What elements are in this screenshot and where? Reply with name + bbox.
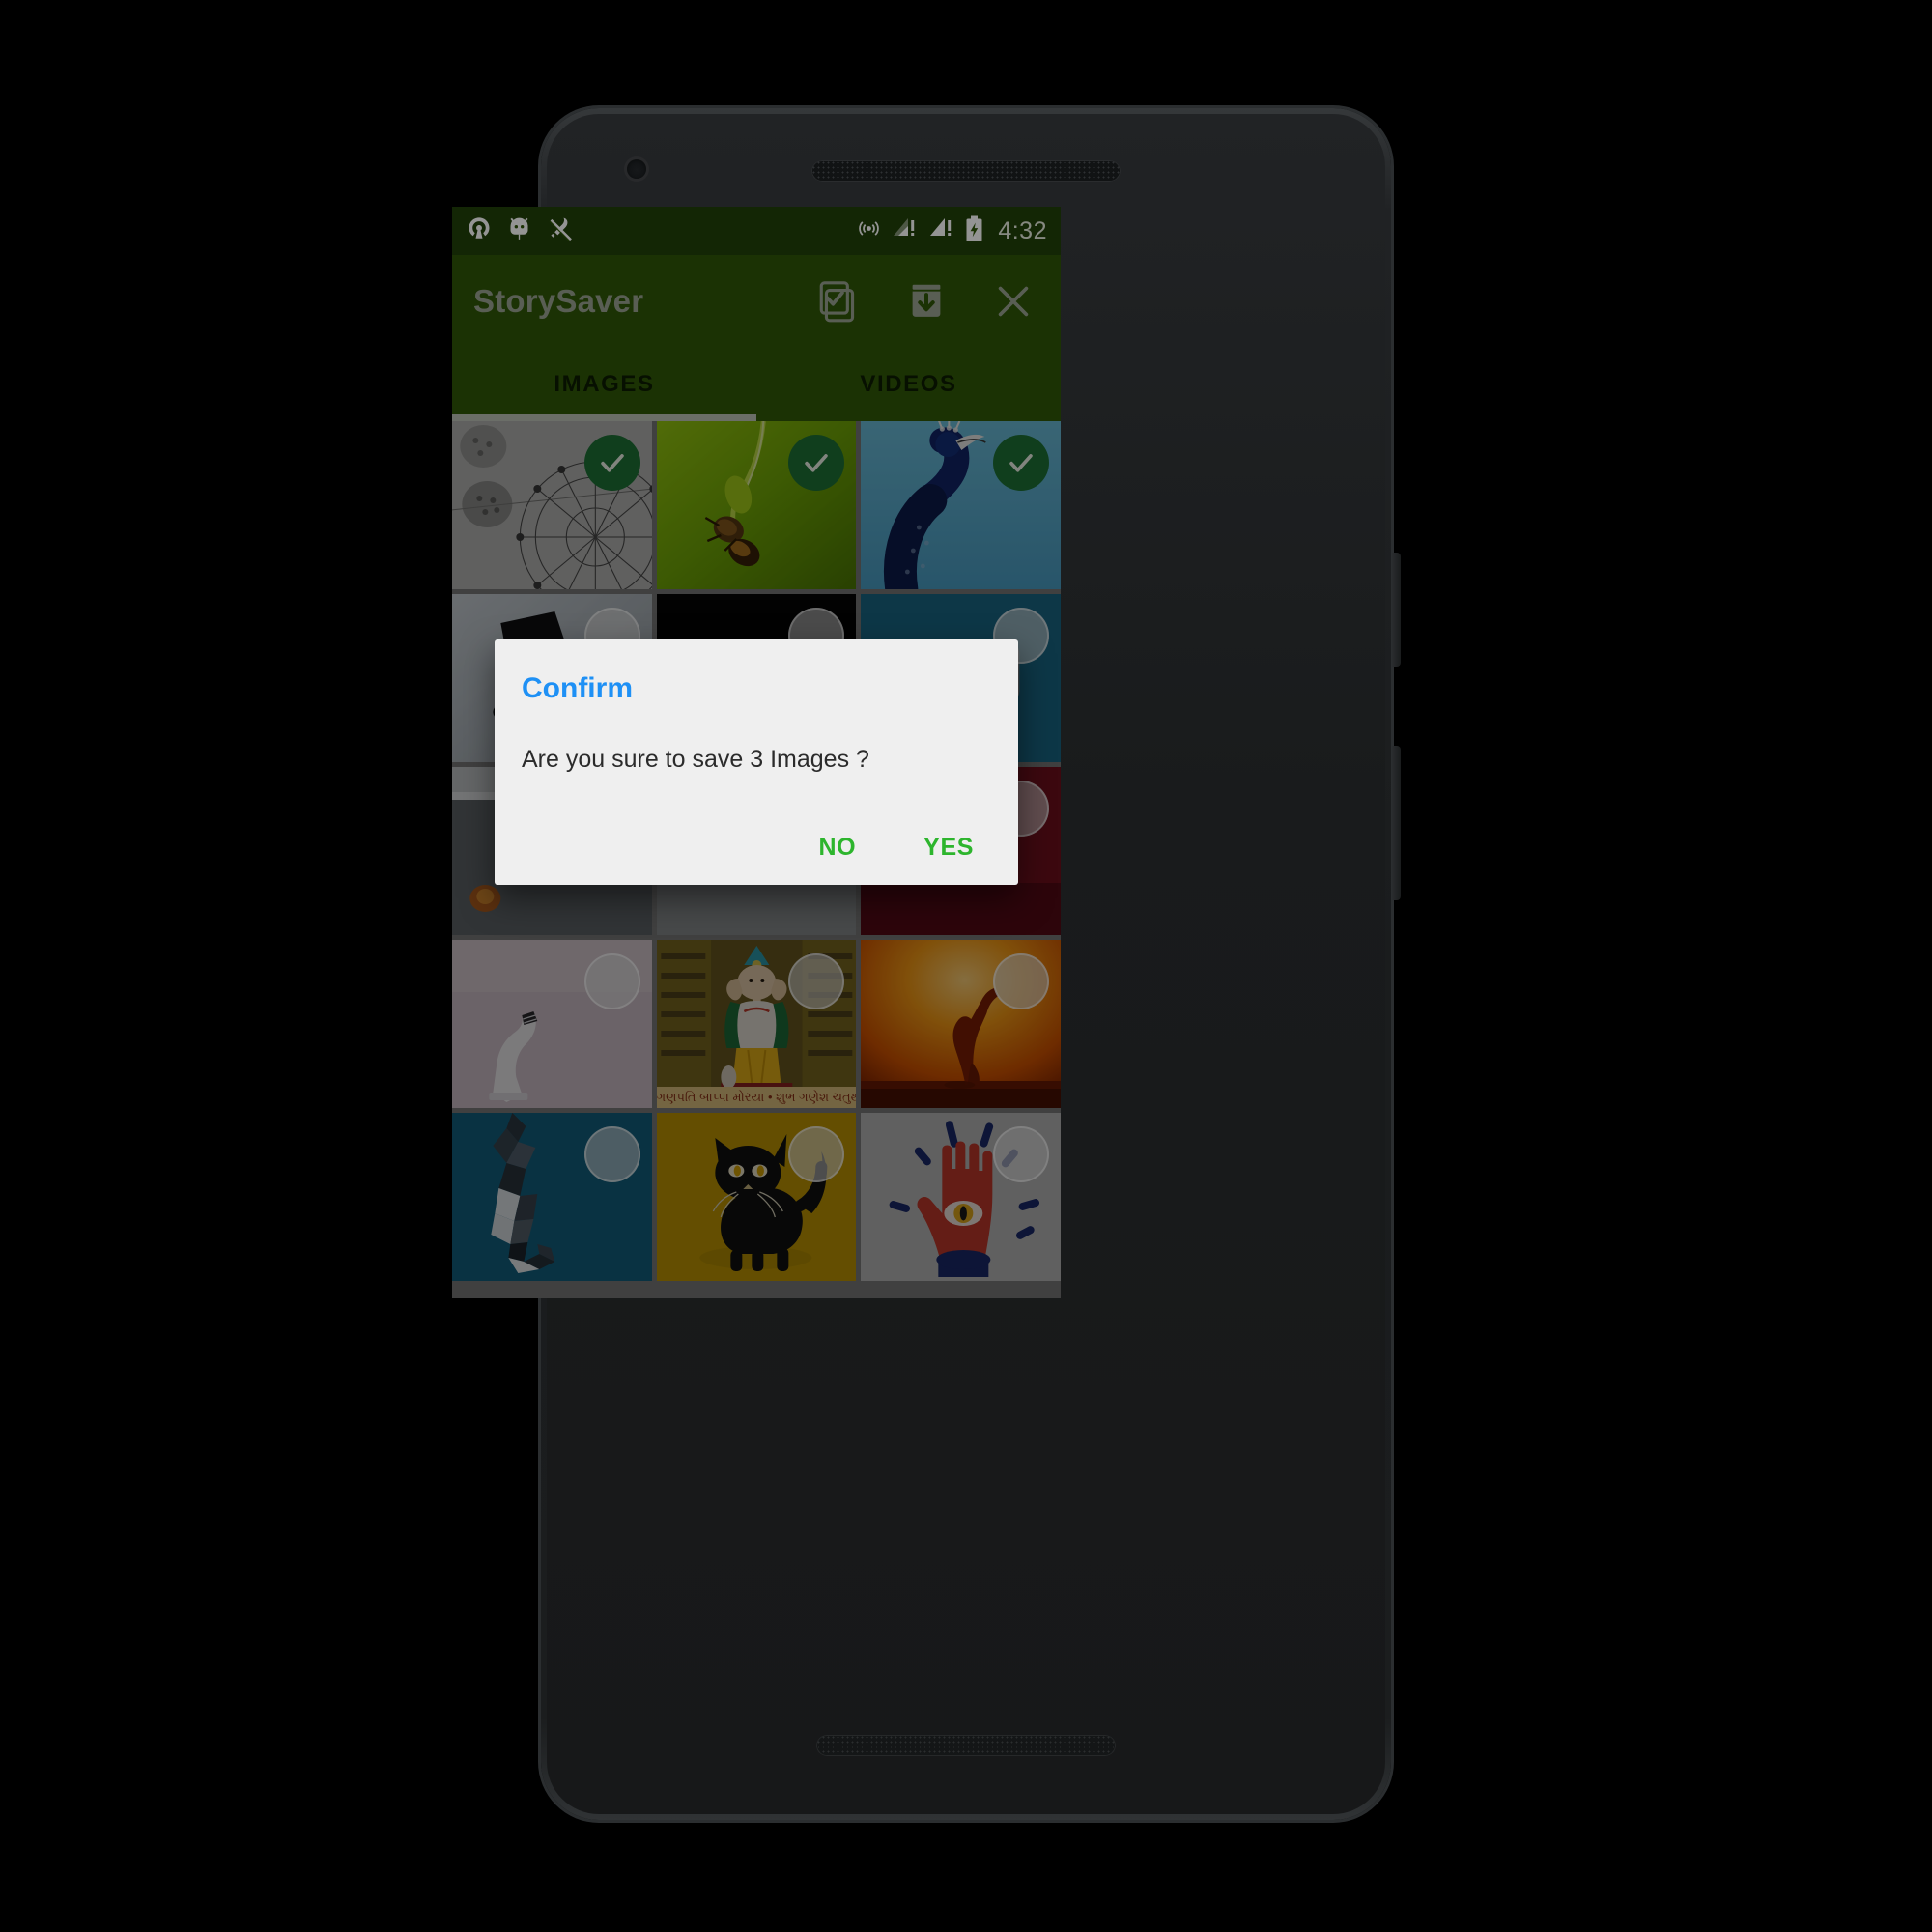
ganesha-caption-strip: ગણપતિ બાપ્પા મોરયા • શુભ ગણેશ ચતુર્થી xyxy=(656,1087,857,1108)
front-camera-icon xyxy=(627,159,646,179)
check-icon xyxy=(805,454,829,472)
tab-bar: IMAGES VIDEOS xyxy=(452,348,1061,421)
earpiece-speaker xyxy=(811,160,1121,182)
selection-badge-checked[interactable] xyxy=(583,435,640,491)
tab-indicator xyxy=(452,414,756,421)
app-toolbar: StorySaver xyxy=(452,255,1061,348)
selection-badge-checked[interactable] xyxy=(993,435,1049,491)
bottom-speaker xyxy=(816,1735,1116,1756)
status-bar-clock: 4:32 xyxy=(998,216,1047,244)
check-icon xyxy=(1009,454,1033,472)
toolbar-actions xyxy=(813,275,1039,327)
dialog-message: Are you sure to save 3 Images ? xyxy=(522,746,869,773)
select-all-icon xyxy=(819,281,855,323)
battery-charging-icon xyxy=(965,215,983,247)
phone-screen: 4:32 StorySaver IMAGES VIDEOS ગણપતિ બાપ્… xyxy=(452,207,1061,1298)
grid-item-lowpoly-orca[interactable] xyxy=(452,1113,652,1281)
confirm-dialog: Confirm Are you sure to save 3 Images ? … xyxy=(495,639,1018,885)
hotspot-icon xyxy=(857,216,881,245)
screenshot-root: 4:32 StorySaver IMAGES VIDEOS ગણપતિ બાપ્… xyxy=(0,0,1932,1932)
status-bar-right-icons: 4:32 xyxy=(857,215,1047,247)
download-button[interactable] xyxy=(900,275,952,327)
tab-images[interactable]: IMAGES xyxy=(452,348,756,421)
signal-bars-sim1-icon xyxy=(892,216,918,245)
grid-item-ferris-wheel[interactable] xyxy=(452,421,652,589)
yes-button[interactable]: YES xyxy=(916,828,981,867)
select-all-button[interactable] xyxy=(813,275,866,327)
grid-item-white-statue[interactable] xyxy=(452,940,652,1108)
grid-item-wasp-on-stem[interactable] xyxy=(656,421,857,589)
grid-item-ganesha[interactable]: ગણપતિ બાપ્પા મોરયા • શુભ ગણેશ ચતુર્થી xyxy=(656,940,857,1108)
grid-item-handstand-sunset[interactable] xyxy=(861,940,1061,1108)
grid-item-red-hand-eye[interactable] xyxy=(861,1113,1061,1281)
selection-badge-checked[interactable] xyxy=(788,435,845,491)
selection-badge[interactable] xyxy=(993,1126,1049,1182)
status-bar: 4:32 xyxy=(452,207,1061,255)
dialog-title: Confirm xyxy=(522,672,633,704)
selection-badge[interactable] xyxy=(788,953,845,1009)
download-icon xyxy=(912,284,941,317)
selection-badge[interactable] xyxy=(583,953,640,1009)
mute-vibrate-icon xyxy=(546,214,574,247)
signal-bars-sim2-icon xyxy=(928,216,954,245)
selection-badge[interactable] xyxy=(788,1126,845,1182)
selection-badge[interactable] xyxy=(583,1126,640,1182)
app-title: StorySaver xyxy=(473,283,644,319)
check-icon xyxy=(600,454,624,472)
cyanogenmod-icon xyxy=(506,215,532,246)
grid-item-peacock[interactable] xyxy=(861,421,1061,589)
power-button[interactable] xyxy=(1391,553,1401,667)
tab-videos[interactable]: VIDEOS xyxy=(756,348,1061,421)
dialog-actions: NO YES xyxy=(522,828,991,867)
no-button[interactable]: NO xyxy=(810,828,864,867)
close-button[interactable] xyxy=(987,275,1039,327)
status-bar-left-icons xyxy=(466,214,574,247)
close-icon xyxy=(998,286,1029,317)
selection-badge[interactable] xyxy=(993,953,1049,1009)
grid-item-black-cat[interactable] xyxy=(656,1113,857,1281)
volume-rocker-button[interactable] xyxy=(1391,746,1401,900)
openvpn-icon xyxy=(466,215,493,247)
